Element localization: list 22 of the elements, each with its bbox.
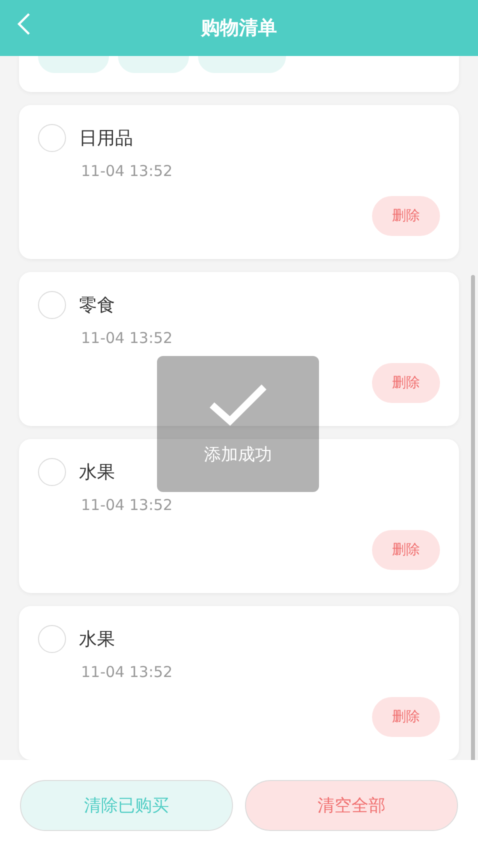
item-time: 11-04 13:52 (81, 162, 174, 180)
item-checkbox[interactable] (38, 291, 66, 319)
item-time: 11-04 13:52 (81, 329, 174, 347)
item-checkbox[interactable] (38, 124, 66, 152)
page-title: 购物清单 (201, 16, 277, 41)
back-icon[interactable] (17, 12, 31, 36)
clear-bought-button[interactable]: 清除已购买 (20, 780, 233, 830)
item-title: 水果 (79, 461, 115, 484)
delete-button[interactable]: 删除 (372, 530, 440, 570)
delete-button[interactable]: 删除 (372, 697, 440, 737)
item-time: 11-04 13:52 (81, 663, 174, 681)
item-title: 日用品 (79, 127, 133, 150)
item-checkbox[interactable] (38, 625, 66, 653)
toast-text: 添加成功 (204, 444, 272, 466)
item-checkbox[interactable] (38, 458, 66, 486)
scrollbar[interactable] (471, 275, 475, 760)
delete-button[interactable]: 删除 (372, 196, 440, 236)
clear-all-button[interactable]: 清空全部 (245, 780, 458, 830)
delete-button[interactable]: 删除 (372, 363, 440, 403)
item-title: 水果 (79, 628, 115, 651)
item-title: 零食 (79, 294, 115, 317)
item-time: 11-04 13:52 (81, 496, 174, 514)
